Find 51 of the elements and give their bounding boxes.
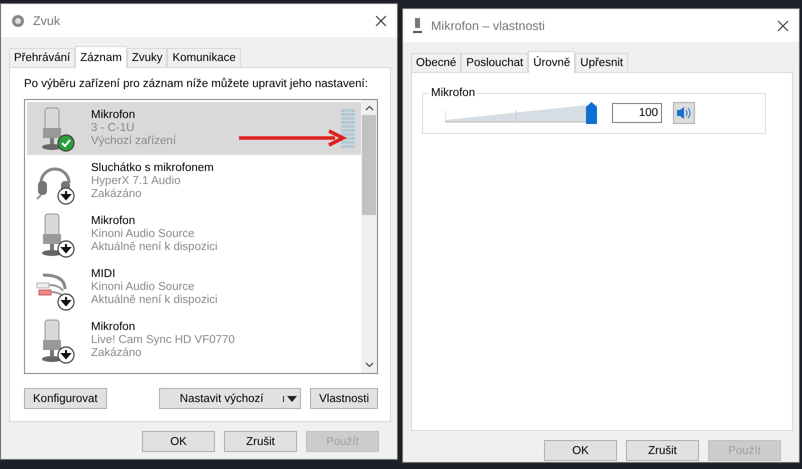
tab[interactable]: Záznam	[75, 46, 127, 68]
tab[interactable]: Poslouchat	[461, 53, 528, 72]
device-status: Výchozí zařízení	[91, 135, 176, 148]
properties-button[interactable]: Vlastnosti	[310, 388, 378, 409]
level-field[interactable]: 100	[612, 103, 662, 123]
dialog-button[interactable]: Zrušit	[224, 431, 297, 452]
dialog-button[interactable]: OK	[142, 431, 215, 452]
device-name: Mikrofon	[91, 321, 136, 334]
tab[interactable]: Upřesnit	[575, 53, 628, 72]
device-model: Live! Cam Sync HD VF0770	[91, 334, 235, 347]
device-name: Sluchátko s mikrofonem	[91, 162, 214, 175]
configure-button[interactable]: Konfigurovat	[24, 388, 107, 409]
set-default-button[interactable]: Nastavit výchozí	[159, 388, 302, 409]
window-title: Mikrofon – vlastnosti	[431, 18, 546, 32]
mute-button[interactable]	[673, 102, 695, 124]
device-name: Mikrofon	[91, 109, 136, 122]
tab[interactable]: Přehrávání	[9, 48, 76, 67]
device-item[interactable]: Mikrofon Live! Cam Sync HD VF0770 Zakázáno	[27, 314, 361, 367]
microphone-icon	[413, 18, 423, 34]
caret-icon[interactable]	[283, 396, 298, 402]
tab[interactable]: Úrovně	[528, 51, 576, 73]
close-icon[interactable]	[777, 20, 789, 32]
slider-thumb[interactable]	[586, 102, 597, 124]
device-item[interactable]: MIDI Kinoni Audio Source Aktuálně není k dispozici	[27, 261, 361, 314]
close-icon[interactable]	[375, 14, 387, 26]
scrollbar[interactable]	[361, 100, 377, 373]
instruction-text: Po výběru zařízení pro záznam níže můžete upravit jeho nastavení:	[24, 78, 369, 90]
tab[interactable]: Obecné	[411, 53, 462, 72]
scroll-down-icon[interactable]	[364, 362, 374, 368]
device-status: Zakázáno	[91, 188, 143, 201]
tab[interactable]: Zvuky	[126, 48, 168, 67]
tab[interactable]: Komunikace	[167, 48, 241, 67]
device-model: Kinoni Audio Source	[91, 281, 196, 294]
volume-slider[interactable]	[445, 102, 597, 124]
device-model: Kinoni Audio Source	[91, 228, 196, 241]
device-model: HyperX 7.1 Audio	[91, 175, 182, 188]
device-status: Zakázáno	[91, 347, 143, 360]
device-status: Aktuálně není k dispozici	[91, 294, 218, 307]
device-name: Mikrofon	[91, 215, 136, 228]
device-item[interactable]: Sluchátko s mikrofonem HyperX 7.1 Audio Zakázáno	[27, 155, 361, 208]
device-name: MIDI	[91, 268, 116, 281]
level-meter	[341, 109, 355, 148]
device-item[interactable]: Mikrofon Kinoni Audio Source Aktuálně není k dispozici	[27, 208, 361, 261]
dialog-button[interactable]: OK	[544, 440, 617, 461]
device-model: 3 - C-1U	[91, 122, 136, 135]
group-label: Mikrofon	[429, 87, 478, 99]
device-item[interactable]: Mikrofon 3 - C-1U Výchozí zařízení	[27, 102, 361, 155]
window-title: Zvuk	[33, 14, 62, 28]
dialog-button[interactable]: Zrušit	[626, 440, 699, 461]
scroll-up-icon[interactable]	[364, 105, 374, 111]
device-status: Aktuálně není k dispozici	[91, 241, 218, 254]
